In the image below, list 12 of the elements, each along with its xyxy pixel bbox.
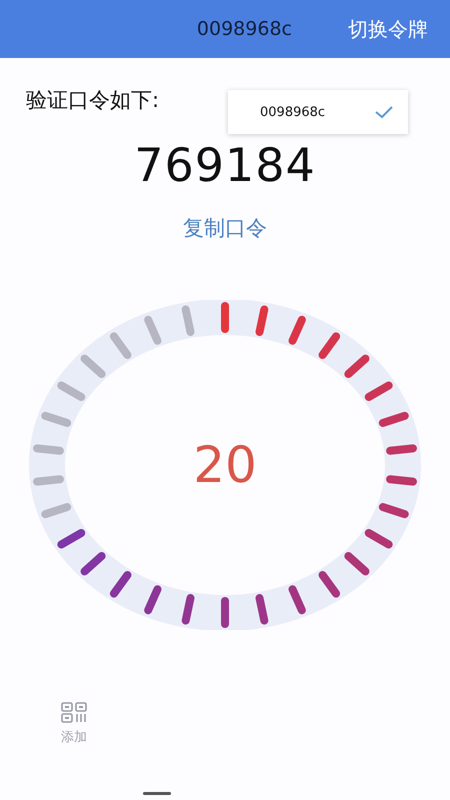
copy-link[interactable]: 复制口令 [183,214,267,242]
menu-item-label: 0098968c [260,104,326,120]
verification-code: 769184 [133,138,317,192]
home-indicator [143,792,171,795]
prompt-label: 验证口令如下: [26,87,160,114]
add-tab[interactable]: 添加 [56,698,92,750]
menu-item[interactable]: 0098968c [228,90,408,134]
check-icon [374,105,394,119]
switch-token-button[interactable]: 切换令牌 [348,16,428,42]
qr-code-icon [60,702,88,724]
countdown-seconds: 20 [193,436,257,494]
header-title: 0098968c [196,18,292,40]
